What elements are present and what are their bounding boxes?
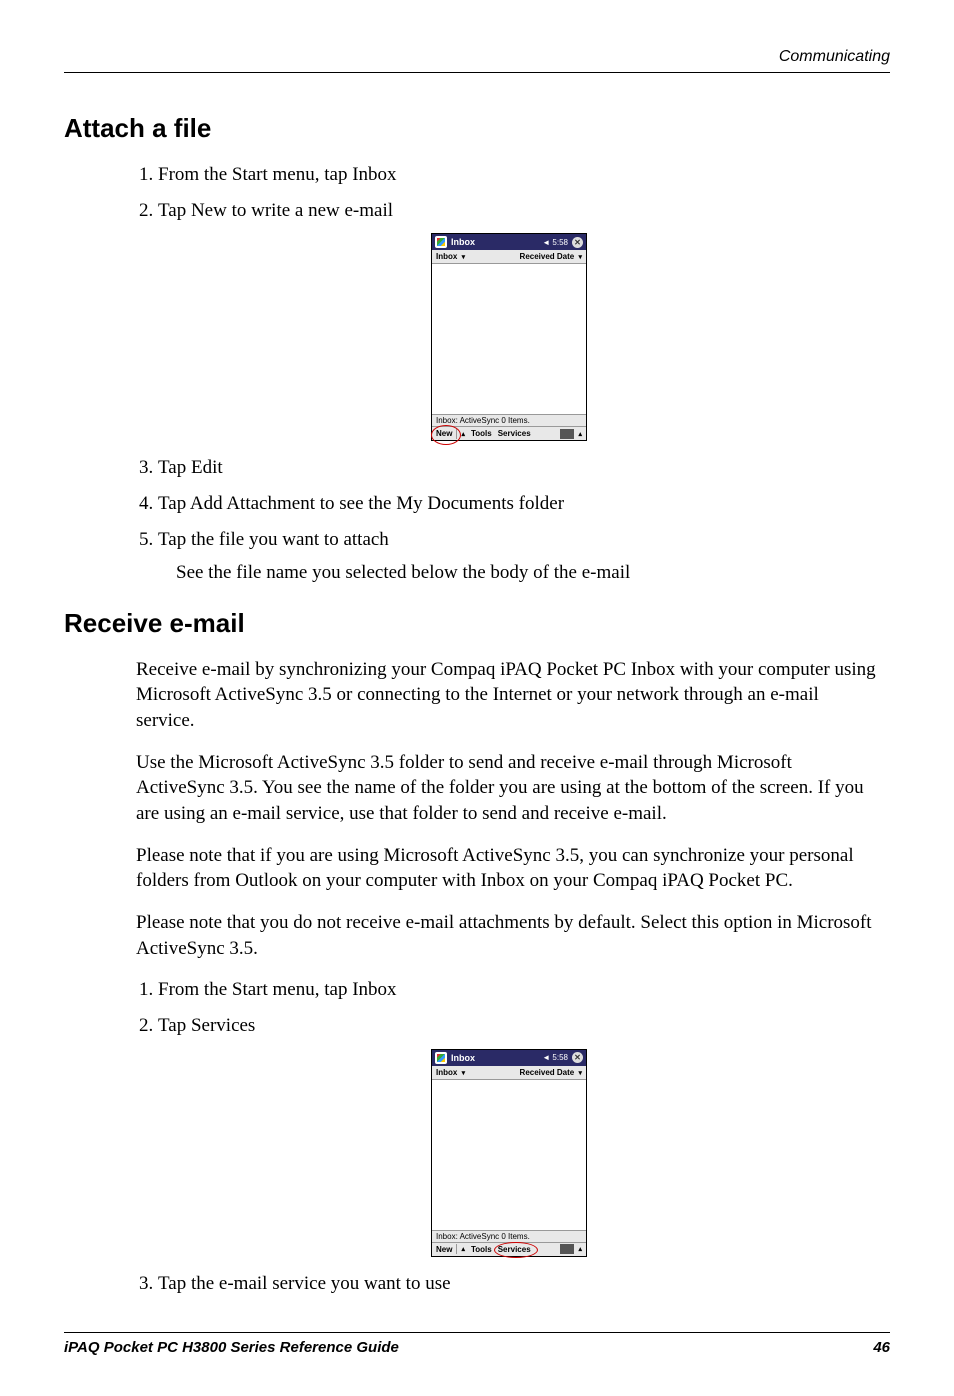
status-bar: Inbox: ActiveSync 0 Items.	[432, 414, 586, 426]
attach-step-2: Tap New to write a new e-mail	[158, 198, 882, 224]
heading-attach-a-file: Attach a file	[64, 113, 890, 144]
sip-up-icon[interactable]: ▴	[576, 1245, 584, 1253]
receive-step-3: Tap the e-mail service you want to use	[158, 1271, 882, 1297]
chevron-down-icon: ▾	[578, 1070, 582, 1077]
footer-page-number: 46	[873, 1339, 890, 1356]
attach-step-5-sub: See the file name you selected below the…	[176, 560, 882, 586]
attach-steps-list: From the Start menu, tap Inbox Tap New t…	[158, 162, 882, 223]
header-rule	[64, 72, 890, 73]
pocketpc-menubar: New ▴ Tools Services ▴	[432, 426, 586, 440]
attach-step-5: Tap the file you want to attach See the …	[158, 527, 882, 586]
message-list-empty	[432, 1080, 586, 1230]
receive-step-2: Tap Services	[158, 1013, 882, 1039]
footer-doc-title: iPAQ Pocket PC H3800 Series Reference Gu…	[64, 1339, 399, 1356]
close-icon[interactable]: ✕	[572, 1052, 583, 1063]
menu-services[interactable]: Services	[496, 1245, 533, 1254]
receive-steps-list-cont: Tap the e-mail service you want to use	[158, 1271, 882, 1297]
sort-dropdown[interactable]: Received Date ▾	[520, 1068, 582, 1077]
pocketpc-toolbar: Inbox ▾ Received Date ▾	[432, 250, 586, 264]
clock-text: ◄ 5:58	[542, 1053, 568, 1062]
receive-para-3: Please note that if you are using Micros…	[136, 843, 882, 894]
page-footer: iPAQ Pocket PC H3800 Series Reference Gu…	[64, 1333, 890, 1356]
receive-steps-list: From the Start menu, tap Inbox Tap Servi…	[158, 977, 882, 1038]
status-bar: Inbox: ActiveSync 0 Items.	[432, 1230, 586, 1242]
attach-steps-list-cont: Tap Edit Tap Add Attachment to see the M…	[158, 455, 882, 586]
menu-new[interactable]: New	[434, 1245, 454, 1254]
menu-new[interactable]: New	[434, 429, 454, 438]
running-head: Communicating	[64, 48, 890, 72]
receive-step-1: From the Start menu, tap Inbox	[158, 977, 882, 1003]
attach-step-1: From the Start menu, tap Inbox	[158, 162, 882, 188]
app-title: Inbox	[451, 1053, 538, 1063]
sip-up-icon[interactable]: ▴	[576, 430, 584, 438]
close-icon[interactable]: ✕	[572, 237, 583, 248]
menu-tools[interactable]: Tools	[469, 429, 494, 438]
receive-para-1: Receive e-mail by synchronizing your Com…	[136, 657, 882, 734]
folder-dropdown[interactable]: Inbox ▾	[436, 252, 465, 261]
attach-step-3: Tap Edit	[158, 455, 882, 481]
chevron-down-icon: ▾	[462, 254, 466, 261]
chevron-down-icon: ▾	[578, 254, 582, 261]
pocketpc-titlebar: Inbox ◄ 5:58 ✕	[432, 1050, 586, 1066]
receive-para-4: Please note that you do not receive e-ma…	[136, 910, 882, 961]
app-title: Inbox	[451, 237, 538, 247]
start-icon[interactable]	[435, 236, 447, 248]
sort-dropdown[interactable]: Received Date ▾	[520, 252, 582, 261]
clock-text: ◄ 5:58	[542, 238, 568, 247]
attach-step-4: Tap Add Attachment to see the My Documen…	[158, 491, 882, 517]
keyboard-icon[interactable]	[560, 429, 574, 439]
folder-dropdown[interactable]: Inbox ▾	[436, 1068, 465, 1077]
message-list-empty	[432, 264, 586, 414]
screenshot-inbox-services: Inbox ◄ 5:58 ✕ Inbox ▾ Received Date ▾ I…	[431, 1049, 587, 1257]
screenshot-inbox-new: Inbox ◄ 5:58 ✕ Inbox ▾ Received Date ▾ I…	[431, 233, 587, 441]
chevron-up-icon[interactable]: ▴	[459, 1245, 467, 1253]
start-icon[interactable]	[435, 1052, 447, 1064]
chevron-down-icon: ▾	[462, 1070, 466, 1077]
menu-separator	[456, 1244, 457, 1254]
receive-para-2: Use the Microsoft ActiveSync 3.5 folder …	[136, 750, 882, 827]
menu-tools[interactable]: Tools	[469, 1245, 494, 1254]
menu-services[interactable]: Services	[496, 429, 533, 438]
keyboard-icon[interactable]	[560, 1244, 574, 1254]
pocketpc-menubar: New ▴ Tools Services ▴	[432, 1242, 586, 1256]
heading-receive-email: Receive e-mail	[64, 608, 890, 639]
pocketpc-titlebar: Inbox ◄ 5:58 ✕	[432, 234, 586, 250]
pocketpc-toolbar: Inbox ▾ Received Date ▾	[432, 1066, 586, 1080]
